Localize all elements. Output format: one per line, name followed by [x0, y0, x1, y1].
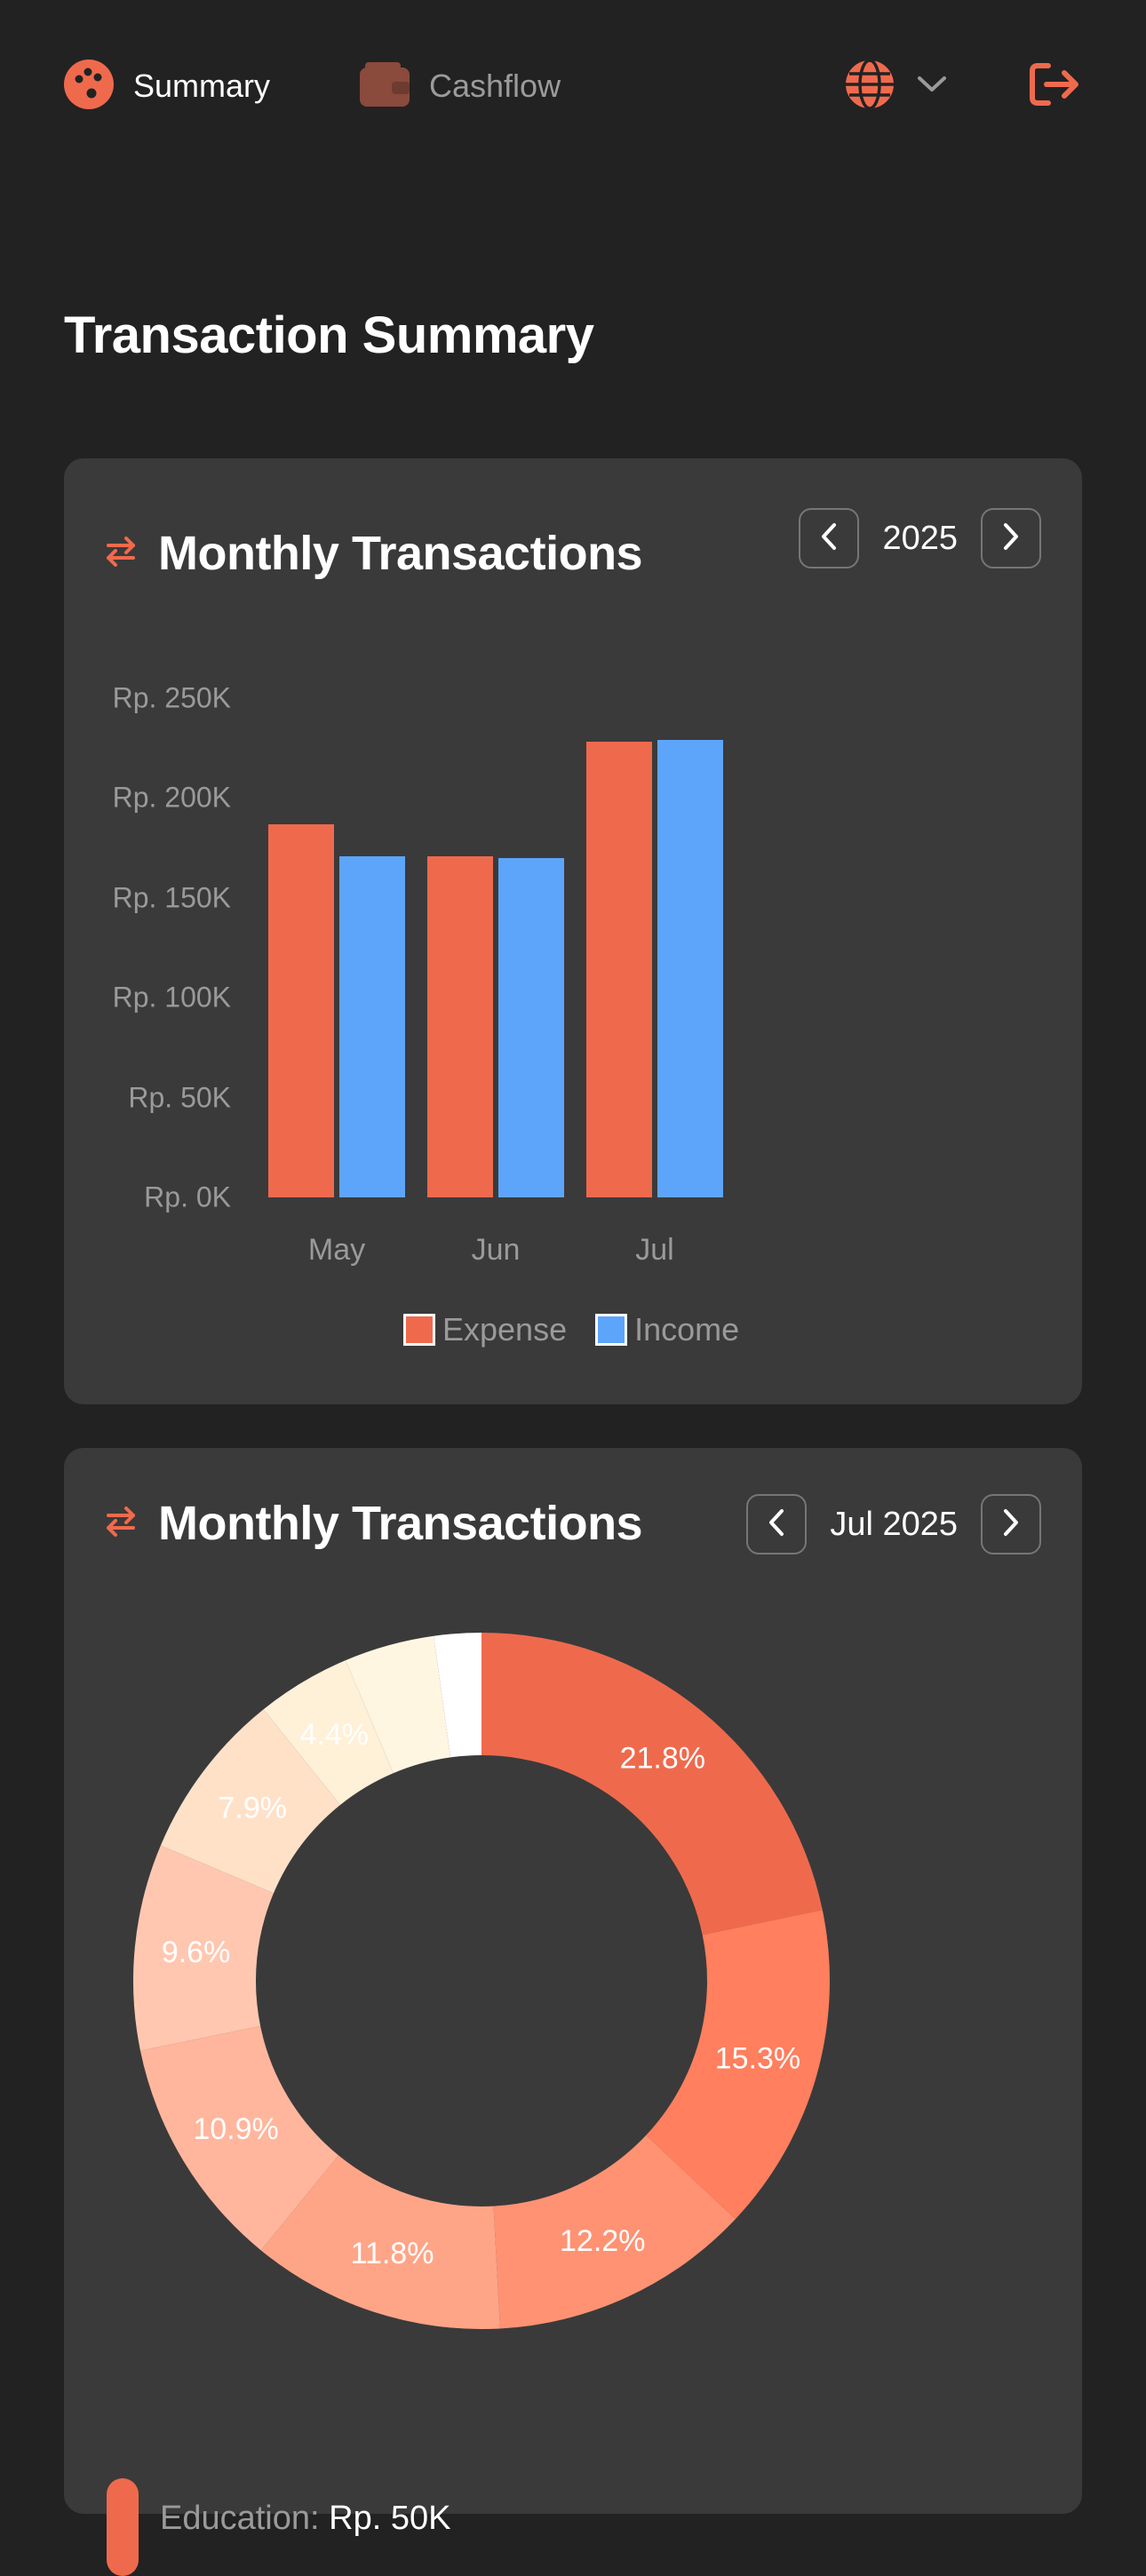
monthly-transactions-donut-card: Monthly Transactions Jul 2025 21.8% 15.3%… — [64, 1448, 1082, 2576]
prev-month-button[interactable] — [746, 1494, 808, 1554]
legend-swatch — [403, 1314, 435, 1346]
bar-income-jul[interactable] — [657, 740, 723, 1197]
period-label: Jul 2025 — [830, 1505, 958, 1543]
y-tick-label: Rp. 50K — [128, 1081, 231, 1114]
bar-income-jun[interactable] — [498, 857, 564, 1197]
next-month-button[interactable] — [981, 1494, 1041, 1554]
chevron-left-icon — [768, 1508, 785, 1541]
nav-summary-label: Summary — [133, 68, 271, 104]
y-tick-label: Rp. 150K — [112, 881, 231, 914]
bar-chart: Rp. 0K Rp. 50K Rp. 100K Rp. 150K Rp. 200K Rp.… — [64, 458, 1082, 1404]
card-title: Monthly Transactions — [158, 1497, 643, 1550]
bar-expense-jun[interactable] — [427, 855, 493, 1197]
y-tick-label: Rp. 100K — [112, 981, 231, 1014]
wallet-icon — [360, 61, 410, 111]
slice-percent-label: 11.8% — [351, 2237, 434, 2270]
palette-icon — [64, 59, 114, 114]
month-pager: Jul 2025 — [746, 1492, 1041, 1556]
language-selector[interactable] — [844, 55, 947, 117]
top-nav: Summary Cashflow — [0, 0, 1146, 178]
nav-summary[interactable]: Summary — [64, 55, 270, 117]
nav-cashflow-label: Cashflow — [429, 68, 561, 104]
legend-label: Income — [634, 1311, 740, 1348]
bar-income-may[interactable] — [339, 855, 405, 1197]
bar-expense-jul[interactable] — [586, 742, 652, 1197]
y-tick-label: Rp. 0K — [144, 1181, 231, 1213]
nav-cashflow[interactable]: Cashflow — [360, 55, 561, 117]
slice-percent-label: 9.6% — [162, 1936, 230, 1969]
chevron-right-icon — [1002, 1508, 1020, 1541]
legend-item-income[interactable]: Income — [595, 1311, 739, 1348]
swap-arrows-icon — [105, 1506, 137, 1542]
slice-percent-label: 21.8% — [620, 1741, 705, 1775]
slice-percent-label: 15.3% — [715, 2041, 800, 2075]
logout-button[interactable] — [1029, 55, 1086, 117]
x-tick-label: Jun — [471, 1233, 521, 1267]
y-tick-label: Rp. 250K — [112, 681, 231, 714]
category-amount: Rp. 50K — [329, 2499, 451, 2537]
chevron-down-icon — [917, 75, 947, 99]
slice-percent-label: 7.9% — [218, 1791, 286, 1825]
globe-icon — [844, 58, 895, 115]
bar-chart-legend: Expense Income — [403, 1311, 768, 1348]
category-legend-item[interactable]: Education: Rp. 50K — [160, 2500, 450, 2538]
legend-label: Expense — [442, 1311, 568, 1348]
slice-percent-label: 12.2% — [560, 2224, 645, 2258]
legend-swatch — [595, 1314, 628, 1346]
slice-percent-label: 10.9% — [193, 2112, 278, 2146]
page-title: Transaction Summary — [64, 306, 594, 364]
monthly-transactions-bar-card: Monthly Transactions 2025 Rp. 0K Rp. 50K R… — [64, 458, 1082, 1404]
category-label: Education: — [160, 2499, 320, 2537]
donut-slice[interactable] — [481, 1633, 823, 1936]
x-tick-label: May — [307, 1233, 366, 1267]
logout-icon — [1029, 62, 1080, 111]
category-color-marker — [107, 2478, 139, 2576]
category-legend: Education: Rp. 50K — [107, 2425, 450, 2576]
card-header: Monthly Transactions — [105, 1475, 643, 1572]
y-tick-label: Rp. 200K — [112, 781, 231, 814]
legend-item-expense[interactable]: Expense — [403, 1311, 567, 1348]
donut-chart: 21.8% 15.3% 12.2% 11.8% 10.9% 9.6% 7.9% 4.4% — [133, 1633, 830, 2329]
x-tick-label: Jul — [635, 1233, 674, 1267]
bar-expense-may[interactable] — [268, 823, 334, 1197]
slice-percent-label: 4.4% — [300, 1718, 370, 1752]
